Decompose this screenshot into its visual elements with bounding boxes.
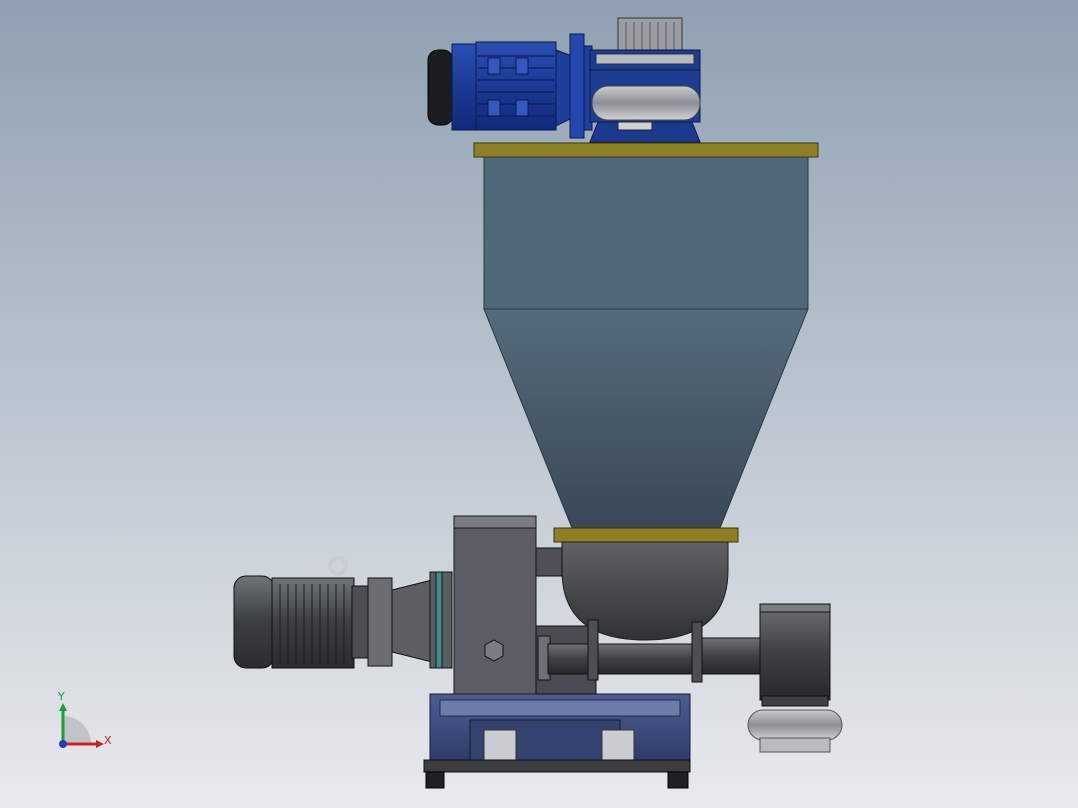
hopper-top-flange bbox=[473, 142, 819, 158]
top-motor-body bbox=[475, 41, 557, 131]
hopper-bowl bbox=[561, 541, 729, 641]
gearbox-housing-body bbox=[453, 515, 537, 695]
top-motor-fan-cover bbox=[427, 49, 454, 126]
base-plate bbox=[423, 759, 691, 773]
top-motor-flange bbox=[569, 33, 585, 139]
top-motor-endcap bbox=[451, 43, 477, 131]
x-axis-label: X bbox=[104, 734, 112, 747]
bottom-motor-flange bbox=[367, 577, 393, 667]
outlet-tee bbox=[759, 603, 831, 701]
cad-graphics-viewport[interactable]: X Y bbox=[0, 0, 1078, 808]
hex-bolt-icon bbox=[484, 639, 504, 662]
bottom-motor-coupling bbox=[391, 579, 433, 663]
top-motor-terminal-box bbox=[487, 57, 501, 75]
hopper-bottom-flange bbox=[553, 527, 739, 543]
z-axis-dot bbox=[59, 740, 67, 748]
bottom-motor-body bbox=[271, 577, 355, 669]
outlet-flex-coupling bbox=[747, 709, 843, 741]
base-mount-bracket-right bbox=[601, 729, 635, 765]
top-gearbox-housing-ring bbox=[591, 85, 701, 121]
model-view[interactable]: X Y bbox=[0, 0, 1078, 808]
hopper-cylinder bbox=[483, 156, 809, 310]
y-axis-label: Y bbox=[57, 690, 65, 703]
base-mount-bracket-left bbox=[483, 729, 517, 765]
bottom-motor-fan-cover bbox=[233, 575, 275, 669]
